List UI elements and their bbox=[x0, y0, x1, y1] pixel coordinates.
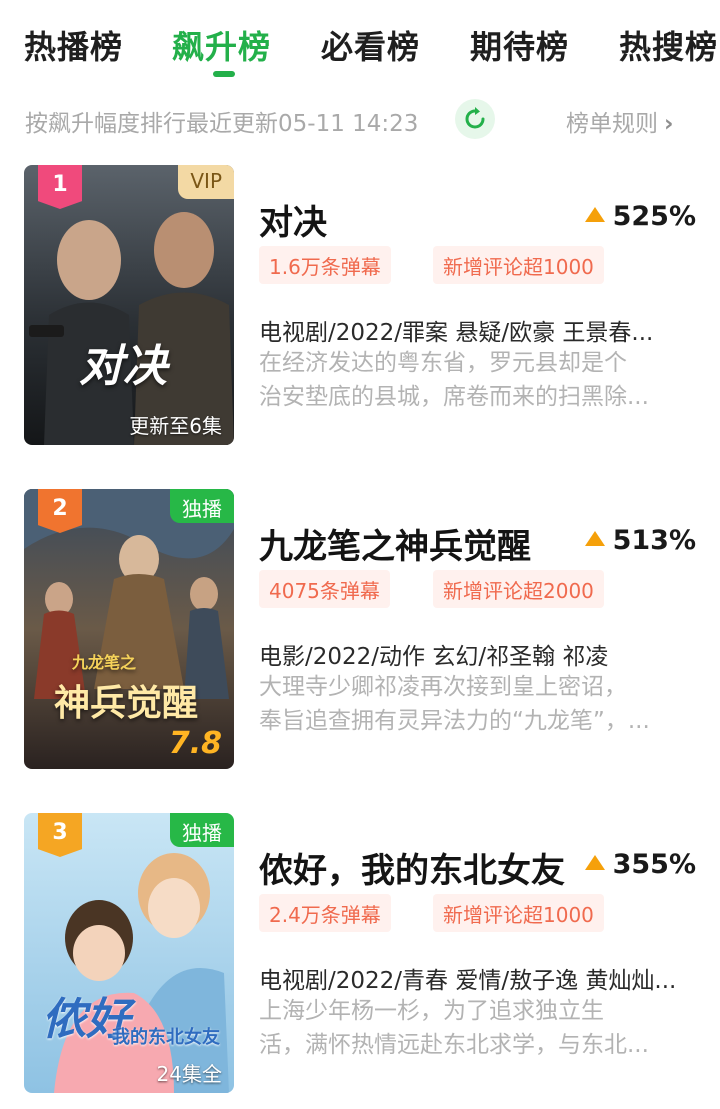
tab-rising[interactable]: 飙升榜 bbox=[172, 22, 271, 68]
item-description: 上海少年杨一杉，为了追求独立生 活，满怀热情远赴东北求学，与东北... bbox=[259, 994, 699, 1062]
top-tab-bar: 热播榜 飙升榜 必看榜 期待榜 热搜榜 bbox=[0, 0, 720, 90]
trend-percentage: 355% bbox=[612, 849, 696, 880]
trend-up-icon bbox=[584, 855, 605, 870]
description-line: 活，满怀热情远赴东北求学，与东北... bbox=[259, 1032, 649, 1058]
item-title[interactable]: 九龙笔之神兵觉醒 bbox=[259, 519, 531, 568]
new-comments-tag: 新增评论超1000 bbox=[433, 246, 604, 284]
poster-title-text: 神兵觉醒 bbox=[54, 683, 199, 724]
new-comments-tag: 新增评论超1000 bbox=[433, 894, 604, 932]
description-line: 在经济发达的粤东省，罗元县却是个 bbox=[259, 350, 627, 376]
rank-badge: 1 bbox=[38, 165, 82, 209]
danmaku-count-tag: 4075条弹幕 bbox=[259, 570, 390, 608]
sort-update-text: 按飙升幅度排行最近更新05-11 14:23 bbox=[25, 111, 419, 137]
ranking-rules-label: 榜单规则 bbox=[566, 111, 658, 137]
tab-hot[interactable]: 热播榜 bbox=[24, 22, 123, 68]
description-line: 上海少年杨一杉，为了追求独立生 bbox=[259, 998, 604, 1024]
danmaku-count-tag: 1.6万条弹幕 bbox=[259, 246, 391, 284]
trend-percentage: 525% bbox=[612, 201, 696, 232]
item-description: 大理寺少卿祁凌再次接到皇上密诏， 奉旨追查拥有灵异法力的“九龙笔”，... bbox=[259, 670, 699, 738]
trend-up-icon bbox=[584, 207, 605, 222]
trend-percentage: 513% bbox=[612, 525, 696, 556]
tab-must-watch[interactable]: 必看榜 bbox=[321, 22, 420, 68]
danmaku-count-tag: 2.4万条弹幕 bbox=[259, 894, 391, 932]
exclusive-badge: 独播 bbox=[170, 813, 234, 847]
poster-image[interactable]: 侬好 我的东北女友 3 独播 24集全 bbox=[24, 813, 234, 1093]
description-line: 治安垫底的县城，席卷而来的扫黑除... bbox=[259, 384, 649, 410]
rank-badge: 2 bbox=[38, 489, 82, 533]
ranking-item[interactable]: 对决 1 VIP 更新至6集 对决 525% 1.6万条弹幕 新增评论超1000… bbox=[0, 165, 720, 455]
episode-status: 更新至6集 bbox=[129, 414, 222, 438]
episode-status: 24集全 bbox=[156, 1062, 222, 1086]
item-meta: 电影/2022/动作 玄幻/祁圣翰 祁凌 bbox=[259, 644, 609, 670]
poster-image[interactable]: 九龙笔之 神兵觉醒 2 独播 7.8 bbox=[24, 489, 234, 769]
ranking-rules-link[interactable]: 榜单规则 › bbox=[566, 104, 673, 138]
refresh-button[interactable] bbox=[455, 99, 495, 139]
poster-title-text: 对决 bbox=[79, 341, 167, 392]
exclusive-badge: 独播 bbox=[170, 489, 234, 523]
vip-badge: VIP bbox=[178, 165, 234, 199]
rating-score: 7.8 bbox=[168, 726, 222, 761]
rank-badge: 3 bbox=[38, 813, 82, 857]
new-comments-tag: 新增评论超2000 bbox=[433, 570, 604, 608]
item-meta: 电视剧/2022/青春 爱情/敖子逸 黄灿灿... bbox=[259, 968, 677, 994]
trend-value: 513% bbox=[584, 525, 696, 556]
description-line: 大理寺少卿祁凌再次接到皇上密诏， bbox=[259, 674, 627, 700]
trend-value: 355% bbox=[584, 849, 696, 880]
refresh-icon bbox=[465, 107, 485, 129]
description-line: 奉旨追查拥有灵异法力的“九龙笔”，... bbox=[259, 708, 650, 734]
poster-image[interactable]: 对决 1 VIP 更新至6集 bbox=[24, 165, 234, 445]
item-title[interactable]: 侬好，我的东北女友 bbox=[259, 843, 565, 892]
trend-up-icon bbox=[584, 531, 605, 546]
trend-value: 525% bbox=[584, 201, 696, 232]
ranking-item[interactable]: 侬好 我的东北女友 3 独播 24集全 侬好，我的东北女友 355% 2.4万条… bbox=[0, 813, 720, 1103]
ranking-info-bar: 按飙升幅度排行最近更新05-11 14:23 榜单规则 › bbox=[0, 96, 720, 142]
ranking-item[interactable]: 九龙笔之 神兵觉醒 2 独播 7.8 九龙笔之神兵觉醒 513% 4075条弹幕… bbox=[0, 489, 720, 779]
item-description: 在经济发达的粤东省，罗元县却是个 治安垫底的县城，席卷而来的扫黑除... bbox=[259, 346, 699, 414]
item-meta: 电视剧/2022/罪案 悬疑/欧豪 王景春... bbox=[259, 320, 654, 346]
tab-hot-search[interactable]: 热搜榜 bbox=[619, 22, 718, 68]
tab-anticipated[interactable]: 期待榜 bbox=[470, 22, 569, 68]
active-tab-indicator bbox=[213, 71, 235, 77]
chevron-right-icon: › bbox=[664, 111, 674, 137]
poster-subtitle-text: 九龙笔之 bbox=[72, 653, 137, 672]
item-title[interactable]: 对决 bbox=[259, 195, 327, 244]
poster-subtitle-text: 我的东北女友 bbox=[112, 1027, 220, 1048]
